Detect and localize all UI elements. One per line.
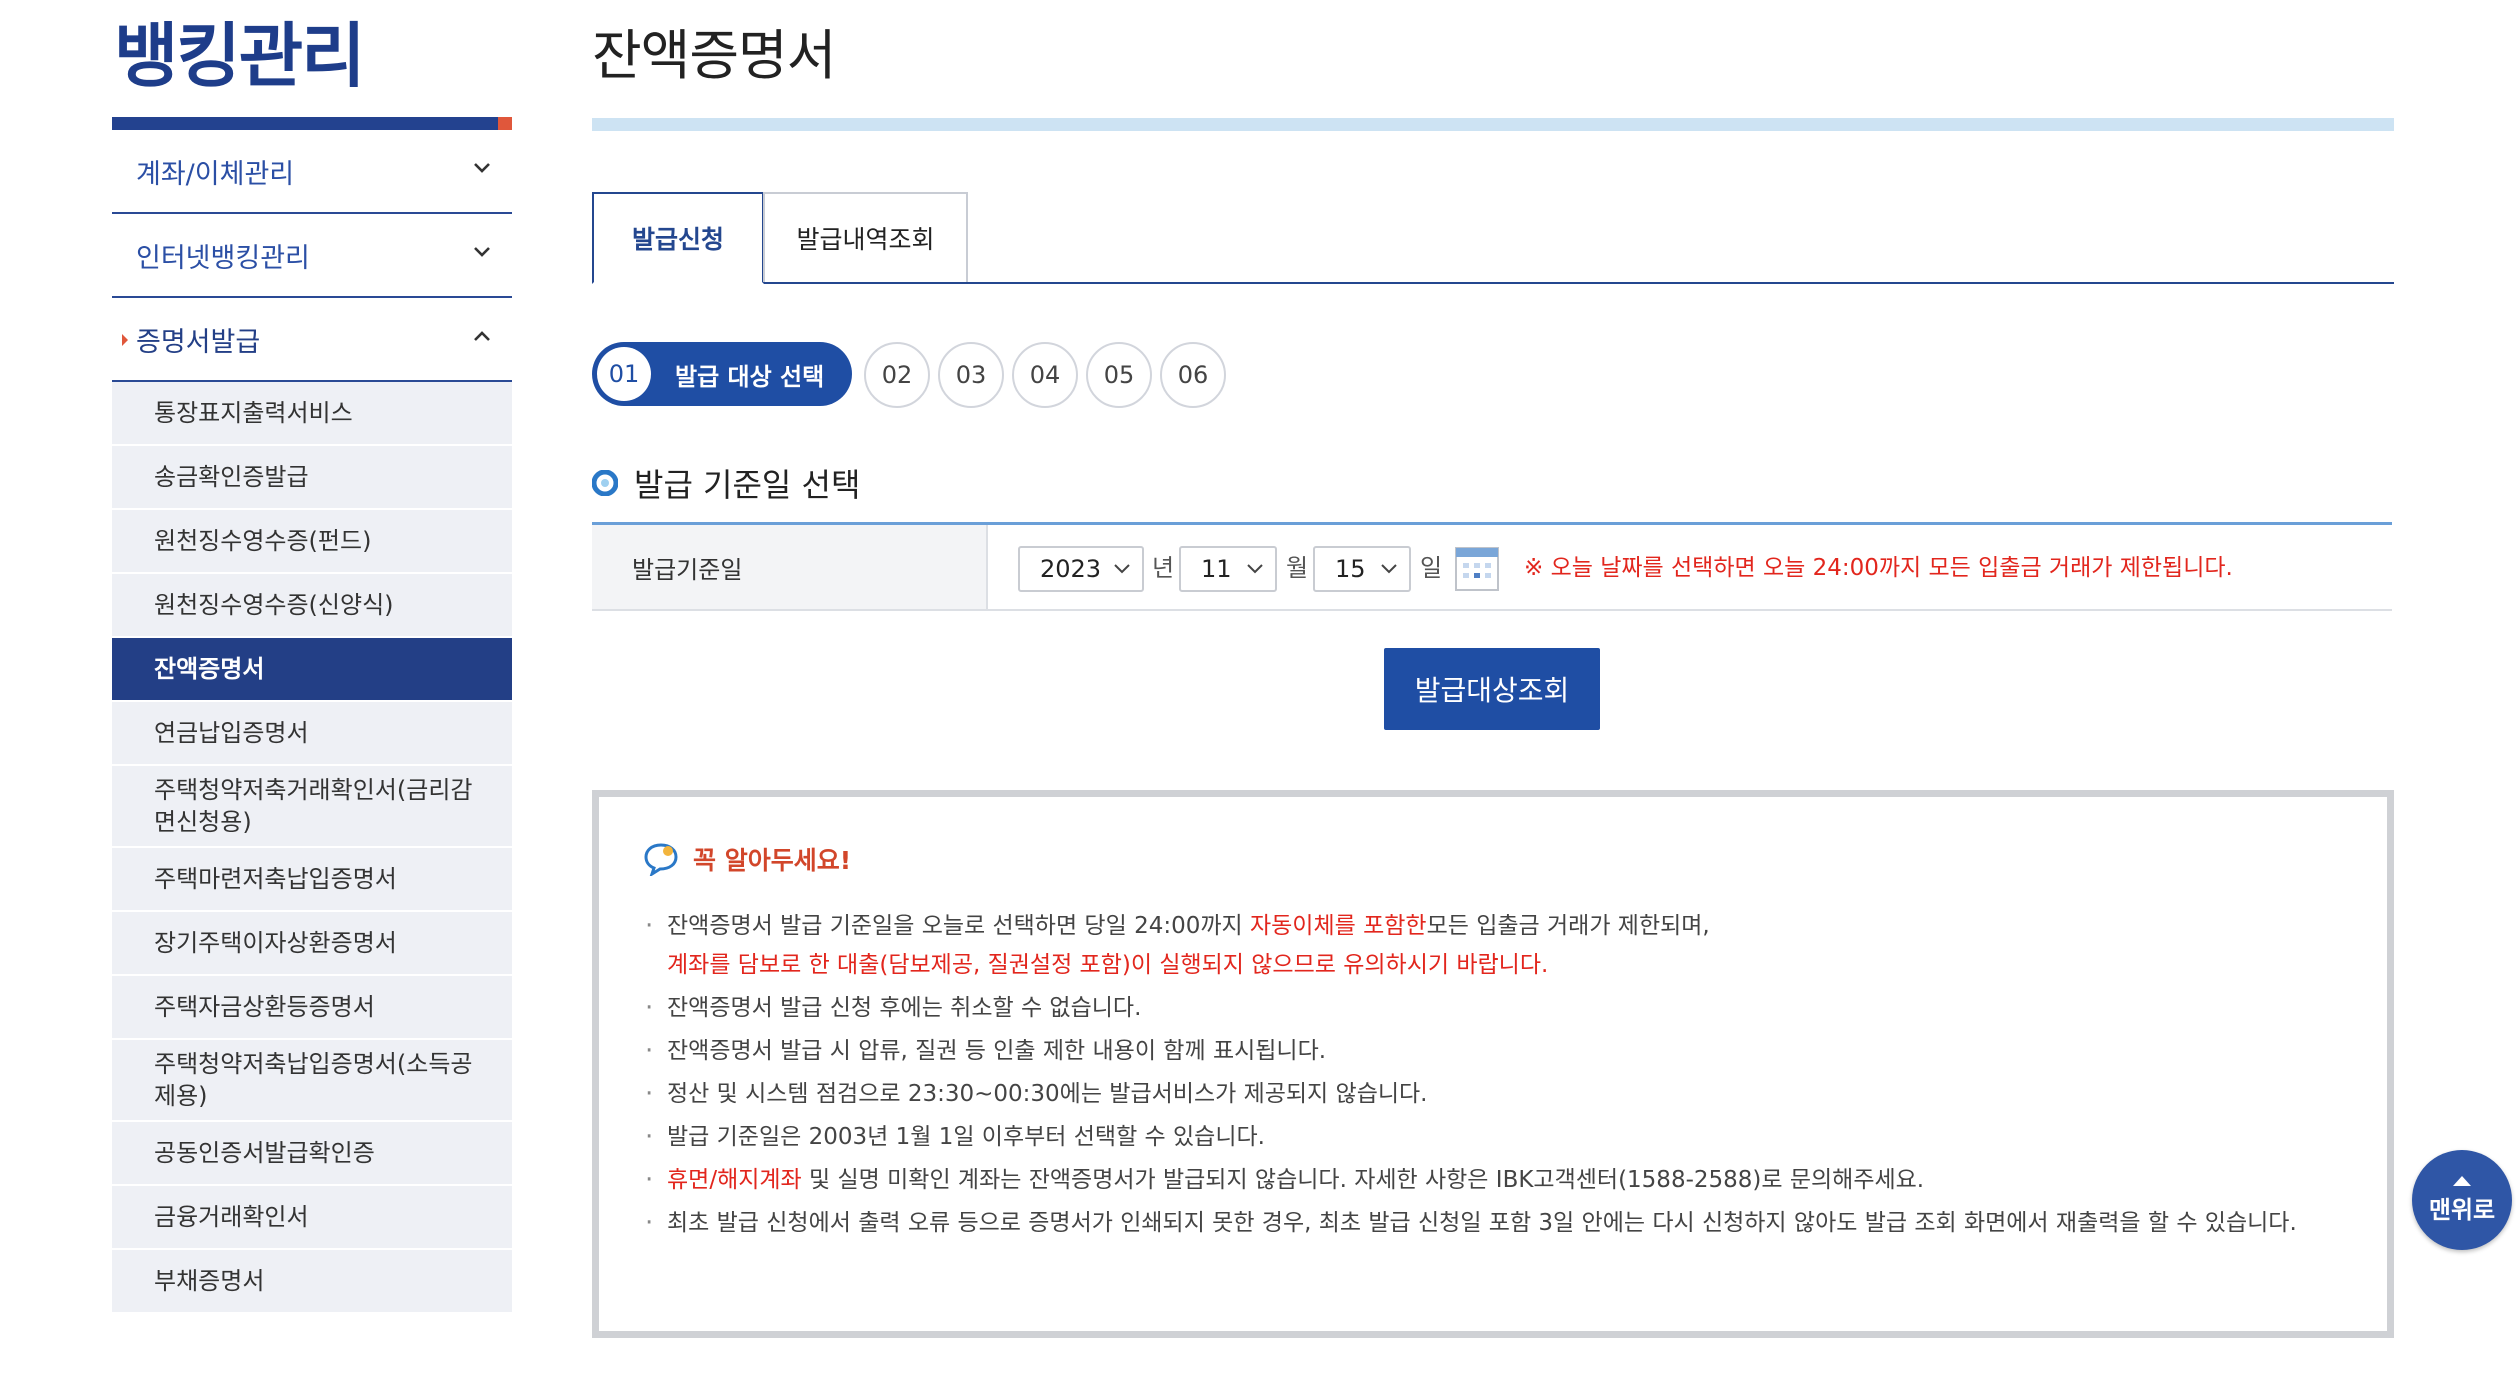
step-01-active[interactable]: 01 발급 대상 선택 — [592, 342, 852, 406]
sidebar-item-housing-savings-payment[interactable]: 주택마련저축납입증명서 — [112, 848, 512, 912]
sidebar-item-housing-fund-repayment[interactable]: 주택자금상환등증명서 — [112, 976, 512, 1040]
sidebar-item-withholding-new[interactable]: 원천징수영수증(신양식) — [112, 574, 512, 638]
notice-text: 모든 입출금 거래가 제한되며, — [1426, 913, 1710, 939]
scroll-to-top-label: 맨위로 — [2428, 1195, 2496, 1224]
step-03[interactable]: 03 — [938, 342, 1004, 408]
notice-emphasis: 계좌를 담보로 한 대출(담보제공, 질권설정 포함)이 실행되지 않으므로 유… — [667, 952, 1549, 978]
sidebar-item-passbook-cover[interactable]: 통장표지출력서비스 — [112, 382, 512, 446]
notice-item: 잔액증명서 발급 기준일을 오늘로 선택하면 당일 24:00까지 자동이체를 … — [643, 907, 2343, 985]
sidebar-title-bar — [112, 117, 512, 130]
notice-box: 꼭 알아두세요! 잔액증명서 발급 기준일을 오늘로 선택하면 당일 24:00… — [592, 790, 2394, 1338]
sidebar-category-certificates[interactable]: 증명서발급 — [112, 298, 512, 382]
notice-item: 휴면/해지계좌 및 실명 미확인 계좌는 잔액증명서가 발급되지 않습니다. 자… — [643, 1161, 2343, 1200]
sidebar-item-financial-transaction[interactable]: 금융거래확인서 — [112, 1186, 512, 1250]
notice-heading: 꼭 알아두세요! — [643, 841, 851, 877]
step-06[interactable]: 06 — [1160, 342, 1226, 408]
notice-item: 발급 기준일은 2003년 1월 1일 이후부터 선택할 수 있습니다. — [643, 1118, 2343, 1157]
sidebar-item-cert-issuance-confirmation[interactable]: 공동인증서발급확인증 — [112, 1122, 512, 1186]
chevron-up-icon — [474, 331, 490, 341]
step-number: 01 — [597, 347, 651, 401]
chevron-down-icon — [474, 163, 490, 173]
sidebar-category-internet-banking[interactable]: 인터넷뱅킹관리 — [112, 214, 512, 298]
notice-emphasis: 휴면/해지계좌 — [667, 1167, 802, 1193]
title-band — [592, 118, 2394, 131]
sidebar-item-long-term-housing-interest[interactable]: 장기주택이자상환증명서 — [112, 912, 512, 976]
active-marker-icon — [122, 334, 128, 346]
section-title: 발급 기준일 선택 — [592, 458, 860, 508]
speech-bubble-icon — [644, 843, 678, 876]
notice-list: 잔액증명서 발급 기준일을 오늘로 선택하면 당일 24:00까지 자동이체를 … — [643, 907, 2343, 1247]
sidebar-item-housing-subscription-rate[interactable]: 주택청약저축거래확인서(금리감면신청용) — [112, 766, 512, 848]
day-unit: 일 — [1420, 554, 1443, 582]
main-content: 잔액증명서 발급신청 발급내역조회 01 발급 대상 선택 02 03 04 0… — [592, 0, 2398, 1374]
sidebar-submenu: 통장표지출력서비스 송금확인증발급 원천징수영수증(펀드) 원천징수영수증(신양… — [112, 382, 512, 1314]
chevron-down-icon — [1381, 564, 1397, 574]
notice-text: 및 실명 미확인 계좌는 잔액증명서가 발급되지 않습니다. 자세한 사항은 I… — [801, 1167, 1925, 1193]
month-value: 11 — [1201, 555, 1232, 583]
chevron-down-icon — [1247, 564, 1263, 574]
sidebar-item-pension-payment[interactable]: 연금납입증명서 — [112, 702, 512, 766]
notice-heading-text: 꼭 알아두세요! — [693, 846, 852, 875]
year-value: 2023 — [1040, 555, 1102, 583]
chevron-down-icon — [1114, 564, 1130, 574]
sidebar-item-remittance-confirmation[interactable]: 송금확인증발급 — [112, 446, 512, 510]
tab-issue-request[interactable]: 발급신청 — [592, 192, 764, 284]
chevron-down-icon — [474, 247, 490, 257]
notice-item: 정산 및 시스템 점검으로 23:30~00:30에는 발급서비스가 제공되지 … — [643, 1075, 2343, 1114]
notice-item: 잔액증명서 발급 신청 후에는 취소할 수 없습니다. — [643, 989, 2343, 1028]
step-04[interactable]: 04 — [1012, 342, 1078, 408]
day-value: 15 — [1335, 555, 1366, 583]
sidebar-category-label: 계좌/이체관리 — [136, 158, 295, 190]
day-select[interactable]: 15 — [1313, 546, 1411, 592]
page-title: 잔액증명서 — [592, 24, 836, 87]
sidebar-item-withholding-fund[interactable]: 원천징수영수증(펀드) — [112, 510, 512, 574]
sidebar-category-account-transfer[interactable]: 계좌/이체관리 — [112, 130, 512, 214]
month-unit: 월 — [1286, 554, 1309, 582]
notice-item: 최초 발급 신청에서 출력 오류 등으로 증명서가 인쇄되지 못한 경우, 최초… — [643, 1204, 2343, 1243]
issue-date-row: 발급기준일 2023 년 11 월 15 일 ※ 오늘 날짜를 선택하면 오늘 … — [592, 522, 2392, 611]
notice-item: 잔액증명서 발급 시 압류, 질권 등 인출 제한 내용이 함께 표시됩니다. — [643, 1032, 2343, 1071]
sidebar: 뱅킹관리 계좌/이체관리 인터넷뱅킹관리 증명서발급 통장표지출력서비스 송금확… — [112, 0, 512, 1374]
year-select[interactable]: 2023 — [1018, 546, 1144, 592]
notice-text: 잔액증명서 발급 기준일을 오늘로 선택하면 당일 24:00까지 — [667, 913, 1250, 939]
tab-bar: 발급신청 발급내역조회 — [592, 192, 2394, 284]
sidebar-item-balance-certificate[interactable]: 잔액증명서 — [112, 638, 512, 702]
scroll-to-top-button[interactable]: 맨위로 — [2412, 1150, 2512, 1250]
tab-issue-history[interactable]: 발급내역조회 — [763, 192, 968, 282]
sidebar-category-label: 증명서발급 — [136, 326, 261, 358]
step-label: 발급 대상 선택 — [675, 362, 825, 391]
month-select[interactable]: 11 — [1179, 546, 1277, 592]
sidebar-item-debt-certificate[interactable]: 부채증명서 — [112, 1250, 512, 1314]
step-05[interactable]: 05 — [1086, 342, 1152, 408]
sidebar-category-label: 인터넷뱅킹관리 — [136, 242, 310, 274]
sidebar-title: 뱅킹관리 — [114, 15, 366, 97]
section-title-text: 발급 기준일 선택 — [634, 466, 861, 504]
date-warning-text: ※ 오늘 날짜를 선택하면 오늘 24:00까지 모든 입출금 거래가 제한됩니… — [1524, 555, 2233, 581]
search-target-button[interactable]: 발급대상조회 — [1384, 648, 1600, 730]
year-unit: 년 — [1152, 554, 1175, 582]
sidebar-menu: 계좌/이체관리 인터넷뱅킹관리 증명서발급 통장표지출력서비스 송금확인증발급 … — [112, 130, 512, 1314]
calendar-icon[interactable] — [1454, 546, 1500, 592]
arrow-up-icon — [2453, 1175, 2471, 1186]
bullet-circle-icon — [592, 470, 618, 496]
notice-emphasis: 자동이체를 포함한 — [1249, 913, 1427, 939]
sidebar-item-housing-subscription-tax[interactable]: 주택청약저축납입증명서(소득공제용) — [112, 1040, 512, 1122]
step-02[interactable]: 02 — [864, 342, 930, 408]
issue-date-label: 발급기준일 — [592, 525, 988, 609]
